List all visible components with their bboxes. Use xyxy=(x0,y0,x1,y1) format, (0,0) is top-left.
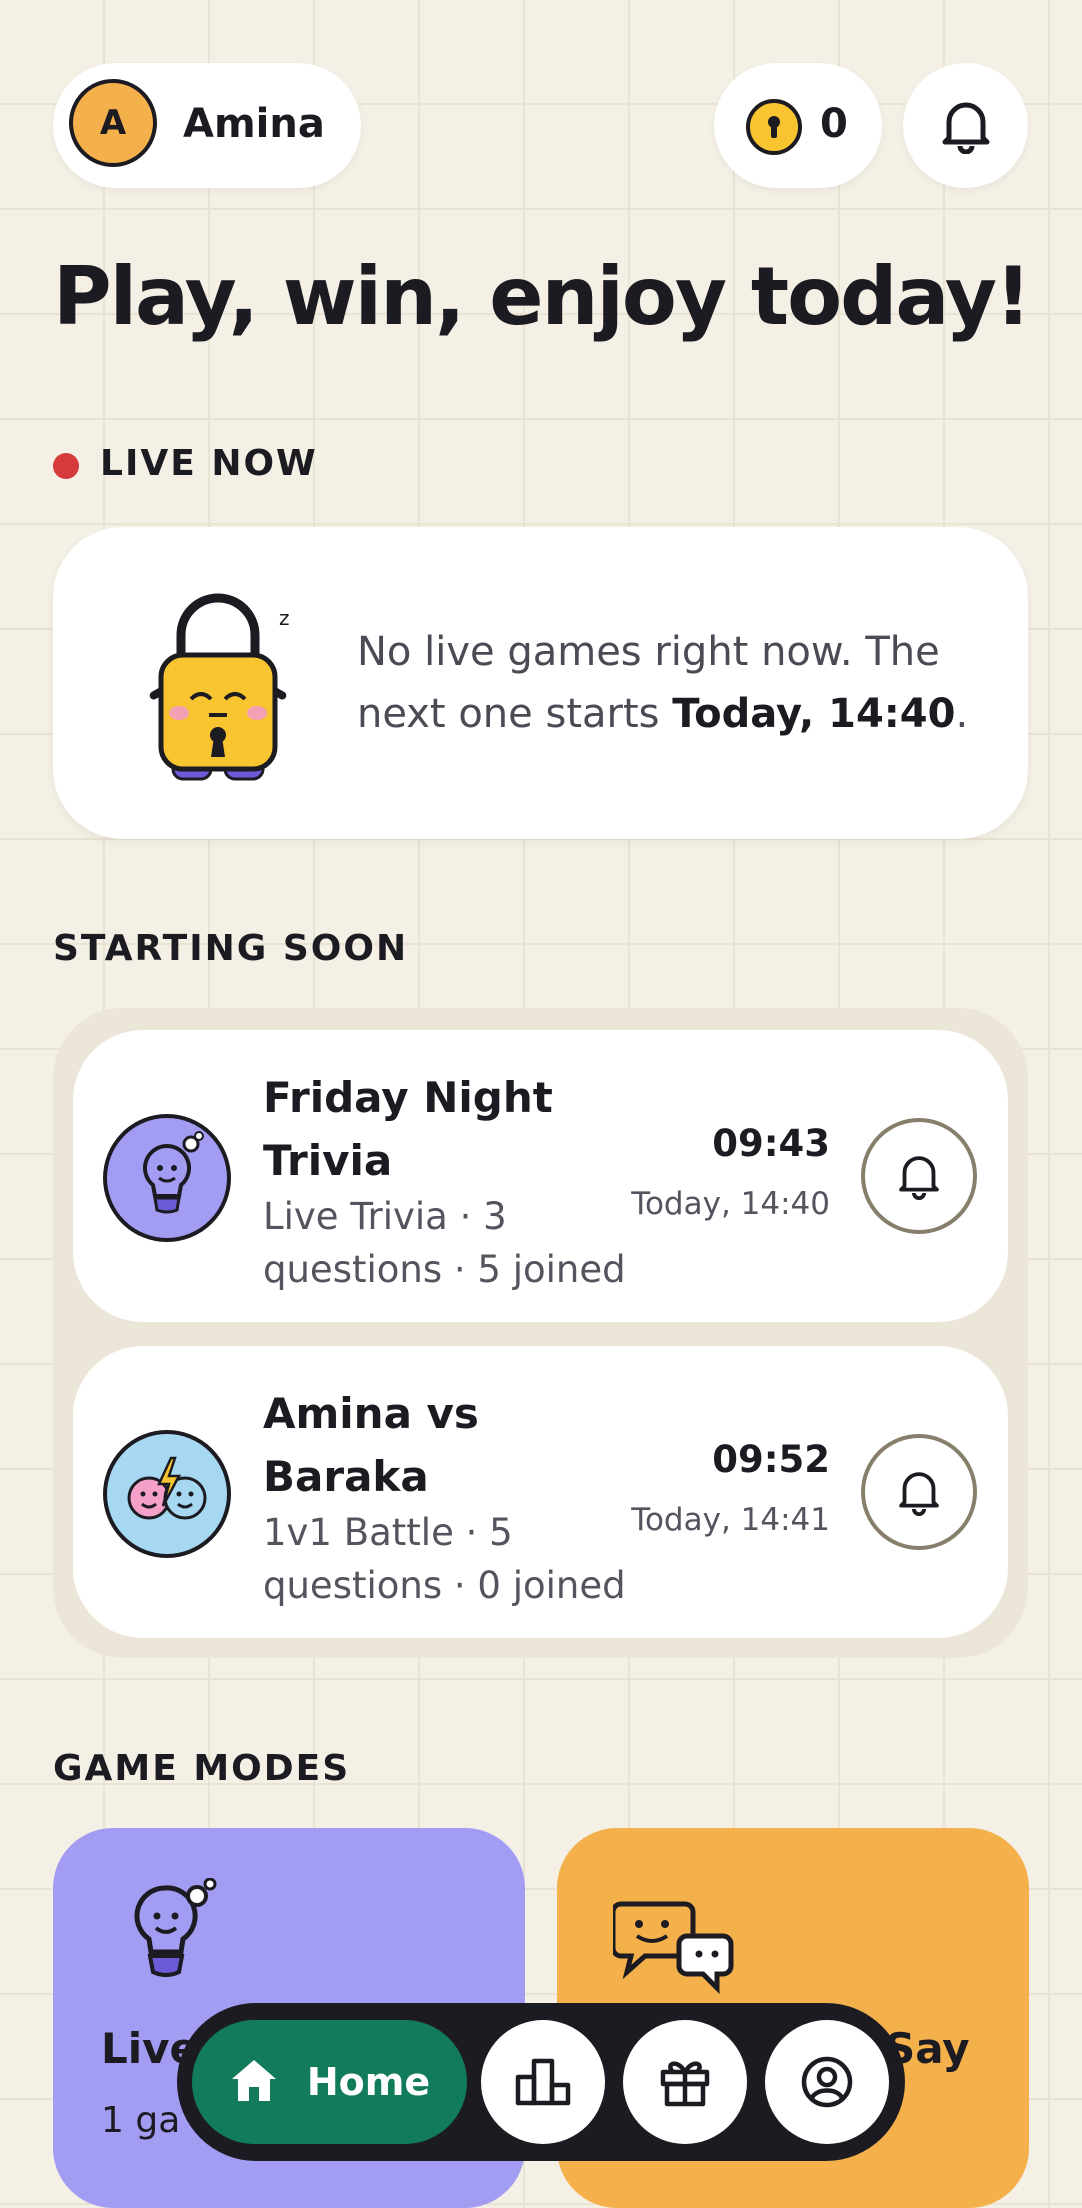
bell-icon xyxy=(865,1122,973,1230)
bell-icon xyxy=(865,1438,973,1546)
mode-subtitle: 1 ga xyxy=(101,2100,181,2141)
game-countdown: 09:52 xyxy=(712,1438,830,1481)
notifications-button[interactable] xyxy=(903,63,1028,188)
game-start-time: Today, 14:40 xyxy=(631,1186,830,1222)
live-now-heading: LIVE NOW xyxy=(100,443,318,484)
no-live-games-message: No live games right now. The next one st… xyxy=(357,629,969,737)
game-details: Live Trivia · 3 questions · 5 joined xyxy=(263,1195,626,1291)
game-details: 1v1 Battle · 5 questions · 0 joined xyxy=(263,1511,626,1607)
nav-leaderboard-button[interactable] xyxy=(481,2020,605,2144)
no-live-games-card: z No live games right now. The next one … xyxy=(53,527,1028,839)
avatar: A xyxy=(69,79,157,167)
lightbulb-icon xyxy=(103,1114,231,1242)
user-name: Amina xyxy=(183,101,325,147)
podium-icon xyxy=(481,2020,605,2144)
starting-soon-heading: STARTING SOON xyxy=(53,928,409,969)
lightbulb-icon xyxy=(119,1877,229,2002)
starting-soon-list: Friday Night Trivia Live Trivia · 3 ques… xyxy=(53,1008,1028,1658)
keyhole-coin-icon xyxy=(746,99,802,155)
game-modes-heading: GAME MODES xyxy=(53,1748,351,1789)
live-indicator-dot xyxy=(53,453,79,479)
nav-home-label: Home xyxy=(306,2060,431,2104)
nav-rewards-button[interactable] xyxy=(623,2020,747,2144)
game-countdown: 09:43 xyxy=(712,1122,830,1165)
user-profile-pill[interactable]: A Amina xyxy=(53,63,361,188)
game-card[interactable]: Friday Night Trivia Live Trivia · 3 ques… xyxy=(73,1030,1008,1322)
svg-text:z: z xyxy=(279,606,290,630)
home-icon xyxy=(229,2057,279,2107)
remind-me-button[interactable] xyxy=(861,1434,977,1550)
game-title: Amina vs Baraka xyxy=(263,1389,479,1501)
game-card[interactable]: Amina vs Baraka 1v1 Battle · 5 questions… xyxy=(73,1346,1008,1638)
chat-bubbles-icon xyxy=(610,1896,737,2000)
page-title: Play, win, enjoy today! xyxy=(53,250,1031,343)
game-title: Friday Night Trivia xyxy=(263,1073,553,1185)
bell-icon xyxy=(903,63,1028,188)
bottom-navigation: Home xyxy=(177,2003,905,2161)
sleeping-lock-mascot-icon: z xyxy=(133,589,303,793)
gift-icon xyxy=(623,2020,747,2144)
game-start-time: Today, 14:41 xyxy=(631,1502,830,1538)
coin-count: 0 xyxy=(820,101,848,147)
nav-profile-button[interactable] xyxy=(765,2020,889,2144)
coin-balance-pill[interactable]: 0 xyxy=(714,63,882,188)
versus-faces-icon xyxy=(103,1430,231,1558)
user-circle-icon xyxy=(765,2020,889,2144)
nav-home-button[interactable]: Home xyxy=(192,2020,467,2144)
remind-me-button[interactable] xyxy=(861,1118,977,1234)
